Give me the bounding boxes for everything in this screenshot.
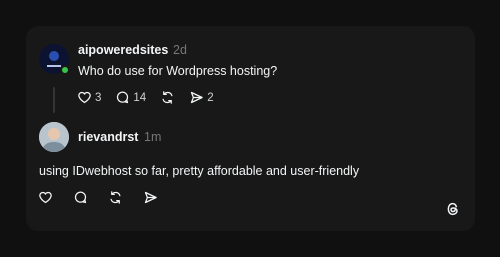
reply-button[interactable]: 14 [115, 90, 146, 105]
comment-icon [74, 191, 87, 204]
heart-icon [78, 91, 91, 104]
online-status-indicator [60, 65, 70, 75]
reply-share-button[interactable] [143, 190, 158, 205]
reply-like-button[interactable] [38, 190, 53, 205]
like-count: 3 [95, 91, 102, 104]
repost-icon [162, 91, 173, 104]
share-button[interactable]: 2 [189, 90, 214, 105]
repost-icon [110, 191, 121, 204]
reply-text: using IDwebhost so far, pretty affordabl… [39, 164, 360, 178]
heart-icon [39, 191, 52, 204]
repost-button[interactable] [160, 90, 175, 105]
post-text: Who do use for Wordpress hosting? [78, 64, 278, 78]
like-button[interactable]: 3 [77, 90, 101, 105]
post-username[interactable]: aipoweredsites [78, 43, 168, 57]
reply-timestamp: 1m [144, 130, 162, 144]
reply-count: 14 [133, 91, 147, 104]
post-timestamp: 2d [173, 43, 187, 57]
reply-repost-button[interactable] [108, 190, 123, 205]
send-icon [144, 191, 157, 204]
reply-username[interactable]: rievandrst [78, 130, 138, 144]
reply-comment-button[interactable] [73, 190, 88, 205]
thread-connector-line [53, 87, 55, 113]
avatar[interactable] [39, 122, 69, 152]
share-count: 2 [207, 91, 214, 104]
send-icon [191, 91, 203, 104]
reply-actions [38, 190, 172, 205]
comment-icon [117, 91, 129, 104]
thread-card: aipoweredsites 2d Who do use for Wordpre… [26, 26, 475, 231]
threads-logo-icon[interactable] [445, 201, 461, 217]
post-actions: 3 14 2 [77, 90, 228, 105]
